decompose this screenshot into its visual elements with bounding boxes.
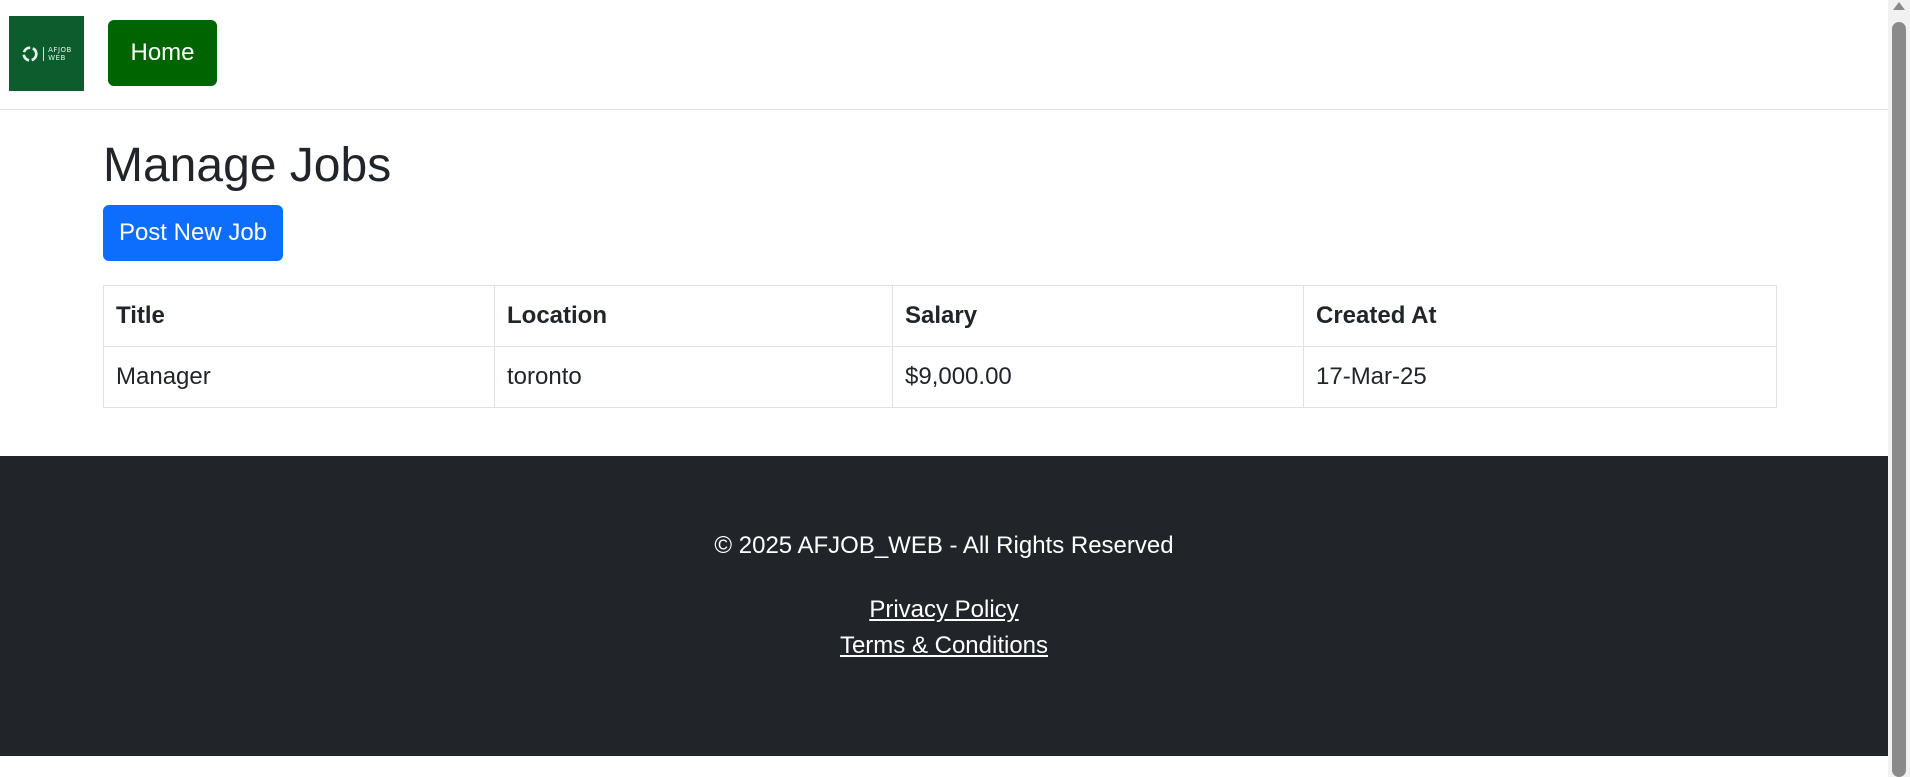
column-header-salary: Salary [892, 285, 1304, 347]
column-header-title: Title [103, 285, 495, 347]
logo-text-line2: WEB [48, 53, 66, 62]
footer: © 2025 AFJOB_WEB - All Rights Reserved P… [0, 456, 1888, 756]
column-header-created-at: Created At [1303, 285, 1777, 347]
column-header-location: Location [494, 285, 893, 347]
vertical-scrollbar[interactable] [1888, 0, 1910, 777]
cell-created-at: 17-Mar-25 [1303, 346, 1777, 408]
terms-conditions-link[interactable]: Terms & Conditions [0, 628, 1888, 664]
scrollbar-thumb[interactable] [1892, 22, 1906, 777]
site-logo[interactable]: AFJOB WEB [9, 16, 84, 91]
page: AFJOB WEB Home Manage Jobs Post New Job … [0, 0, 1910, 777]
cell-location: toronto [494, 346, 893, 408]
footer-links: Privacy Policy Terms & Conditions [0, 592, 1888, 664]
page-title: Manage Jobs [103, 139, 392, 192]
scroll-up-arrow-icon[interactable] [1893, 2, 1905, 10]
home-button[interactable]: Home [108, 20, 217, 86]
copyright-text: © 2025 AFJOB_WEB - All Rights Reserved [714, 532, 1174, 559]
table-row: Manager toronto $9,000.00 17-Mar-25 [103, 346, 1777, 408]
privacy-policy-link[interactable]: Privacy Policy [0, 592, 1888, 628]
logo-text-line1: AFJOB [48, 45, 72, 54]
cell-title: Manager [103, 346, 495, 408]
table-header-row: Title Location Salary Created At [103, 285, 1777, 347]
jobs-table: Title Location Salary Created At Manager… [103, 285, 1777, 408]
post-new-job-button[interactable]: Post New Job [103, 205, 283, 261]
logo-text: AFJOB WEB [48, 46, 72, 62]
logo-divider [43, 46, 45, 61]
cell-salary: $9,000.00 [892, 346, 1304, 408]
logo-icon [22, 45, 38, 62]
navbar: AFJOB WEB Home [0, 0, 1888, 110]
